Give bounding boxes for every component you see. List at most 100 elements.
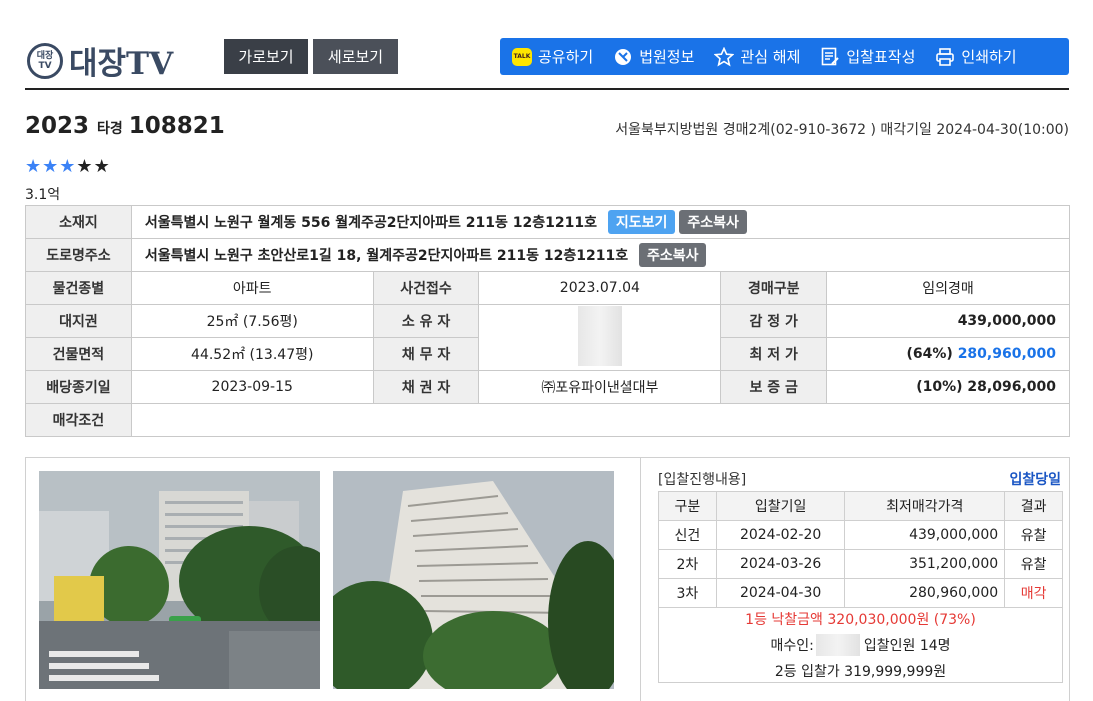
owner-label: 소 유 자 — [372, 304, 480, 338]
sale-condition-label: 매각조건 — [25, 403, 132, 437]
deposit-label: 보 증 금 — [720, 370, 828, 404]
property-type-label: 물건종별 — [25, 271, 132, 305]
winning-bid-text: 1등 낙찰금액 320,030,000원 (73%) — [745, 612, 976, 628]
case-received-value: 2023.07.04 — [478, 271, 722, 305]
case-year: 2023 — [25, 113, 90, 139]
property-photo-street[interactable] — [39, 471, 320, 689]
print-label: 인쇄하기 — [961, 48, 1017, 66]
document-edit-icon — [820, 47, 840, 67]
horizontal-view-button[interactable]: 가로보기 — [224, 39, 308, 74]
min-price-value: (64%) 280,960,000 — [826, 337, 1070, 371]
bid-date: 2024-03-26 — [715, 549, 846, 579]
star-filled-icon: ★ — [42, 156, 60, 177]
second-bid-text: 2등 입찰가 319,999,999원 — [774, 664, 947, 680]
court-info-text: 서울북부지방법원 경매2계(02-910-3672 ) 매각기일 2024-04… — [615, 122, 1069, 138]
location-label: 소재지 — [25, 205, 132, 239]
court-emblem-icon — [613, 47, 633, 67]
bid-form-label: 입찰표작성 — [846, 48, 916, 66]
location-row: 소재지 서울특별시 노원구 월계동 556 월계주공2단지아파트 211동 12… — [25, 205, 1071, 239]
copy-address-button[interactable]: 주소복사 — [679, 210, 747, 234]
header-divider — [25, 88, 1069, 90]
dividend-deadline-label: 배당종기일 — [25, 370, 132, 404]
location-address: 서울특별시 노원구 월계동 556 월계주공2단지아파트 211동 12층121… — [144, 215, 597, 231]
creditor-label: 채 권 자 — [372, 370, 480, 404]
bid-day-link[interactable]: 입찰당일 — [1009, 469, 1061, 489]
table-row: 매각조건 — [25, 403, 1071, 437]
share-label: 공유하기 — [538, 48, 594, 66]
action-toolbar: TALK 공유하기 법원정보 관심 해제 입찰표작성 인쇄하기 — [500, 38, 1069, 75]
col-min-price: 최저매각가격 — [844, 491, 1006, 521]
rating-stars: ★★★★★ — [25, 156, 111, 177]
road-address-cell: 서울특별시 노원구 초안산로1길 18, 월계주공2단지아파트 211동 12층… — [130, 238, 1071, 272]
appraisal-label: 감 정 가 — [720, 304, 828, 338]
buyer-redacted — [815, 634, 860, 656]
buyer-label: 매수인: — [770, 638, 814, 654]
road-address-label: 도로명주소 — [25, 238, 132, 272]
auction-type-value: 임의경매 — [826, 271, 1070, 305]
copy-road-address-button[interactable]: 주소복사 — [638, 243, 707, 267]
sale-result-box: 1등 낙찰금액 320,030,000원 (73%) 매수인: 입찰인원 14명… — [658, 603, 1063, 683]
table-row: 대지권 25㎡ (7.56평) 소 유 자 감 정 가 439,000,000 — [25, 304, 1070, 371]
case-number: 2023 타경 108821 — [25, 113, 225, 139]
deposit-value: (10%) 28,096,000 — [826, 370, 1070, 404]
logo-text: 대장TV — [69, 46, 174, 82]
property-type-value: 아파트 — [130, 271, 374, 305]
bid-price: 351,200,000 — [844, 549, 1006, 579]
bidder-count: 입찰인원 14명 — [863, 638, 951, 654]
sale-condition-value — [130, 403, 1071, 437]
star-empty-icon: ★ — [93, 156, 111, 177]
case-type: 타경 — [97, 121, 123, 137]
bid-round: 2차 — [658, 549, 717, 579]
bid-date: 2024-02-20 — [715, 520, 846, 550]
building-area-label: 건물면적 — [25, 337, 132, 371]
case-received-label: 사건접수 — [372, 271, 480, 305]
case-serial: 108821 — [128, 113, 225, 139]
property-photo-building[interactable] — [333, 471, 614, 689]
logo-badge-icon: 대장 TV — [27, 42, 63, 79]
land-right-label: 대지권 — [25, 304, 132, 338]
bid-round: 신건 — [658, 520, 717, 550]
col-round: 구분 — [658, 491, 717, 521]
auction-type-label: 경매구분 — [720, 271, 828, 305]
table-row: 2차 2024-03-26 351,200,000 유찰 — [658, 549, 1063, 579]
min-price-amount: 280,960,000 — [957, 346, 1056, 362]
road-address-row: 도로명주소 서울특별시 노원구 초안산로1길 18, 월계주공2단지아파트 21… — [25, 238, 1071, 272]
photo-gallery — [26, 458, 641, 701]
court-info-button[interactable]: 법원정보 — [613, 46, 694, 67]
rating-value: 3.1억 — [25, 187, 61, 203]
property-info-table: 소재지 서울특별시 노원구 월계동 556 월계주공2단지아파트 211동 12… — [25, 205, 1071, 437]
bid-result: 유찰 — [1004, 520, 1063, 550]
logo-badge-bottom: TV — [38, 60, 52, 71]
printer-icon — [935, 47, 955, 67]
table-row: 배당종기일 2023-09-15 채 권 자 ㈜포유파이낸셜대부 보 증 금 (… — [25, 370, 1070, 404]
col-date: 입찰기일 — [715, 491, 846, 521]
building-area-value: 44.52㎡ (13.47평) — [130, 337, 374, 371]
share-button[interactable]: TALK 공유하기 — [512, 46, 593, 67]
site-logo[interactable]: 대장 TV 대장TV — [27, 38, 173, 83]
star-empty-icon: ★ — [76, 156, 94, 177]
min-price-percent: (64%) — [906, 346, 953, 362]
bid-table-header: 구분 입찰기일 최저매각가격 결과 — [658, 491, 1063, 521]
bid-form-button[interactable]: 입찰표작성 — [820, 46, 915, 67]
land-right-value: 25㎡ (7.56평) — [130, 304, 374, 338]
table-row: 물건종별 아파트 사건접수 2023.07.04 경매구분 임의경매 — [25, 271, 1070, 305]
logo-badge-top: 대장 — [36, 50, 54, 61]
creditor-value: ㈜포유파이낸셜대부 — [478, 370, 722, 404]
star-filled-icon: ★ — [25, 156, 43, 177]
details-section: [입찰진행내용] 입찰당일 구분 입찰기일 최저매각가격 결과 신건 2024-… — [25, 457, 1070, 701]
buyer-line: 매수인: 입찰인원 14명 — [659, 634, 1062, 656]
court-info-label: 법원정보 — [639, 48, 695, 66]
unfavorite-button[interactable]: 관심 해제 — [714, 46, 800, 67]
bid-result: 유찰 — [1004, 549, 1063, 579]
kakao-talk-icon: TALK — [512, 47, 532, 66]
debtor-label: 채 무 자 — [372, 337, 480, 371]
star-outline-icon — [714, 46, 735, 67]
bid-history-title: [입찰진행내용] — [658, 472, 747, 488]
map-view-button[interactable]: 지도보기 — [607, 210, 676, 234]
vertical-view-button[interactable]: 세로보기 — [313, 39, 398, 74]
location-cell: 서울특별시 노원구 월계동 556 월계주공2단지아파트 211동 12층121… — [130, 205, 1071, 239]
deposit-amount: 28,096,000 — [967, 379, 1056, 395]
star-filled-icon: ★ — [59, 156, 77, 177]
deposit-percent: (10%) — [916, 379, 963, 395]
print-button[interactable]: 인쇄하기 — [935, 46, 1017, 67]
